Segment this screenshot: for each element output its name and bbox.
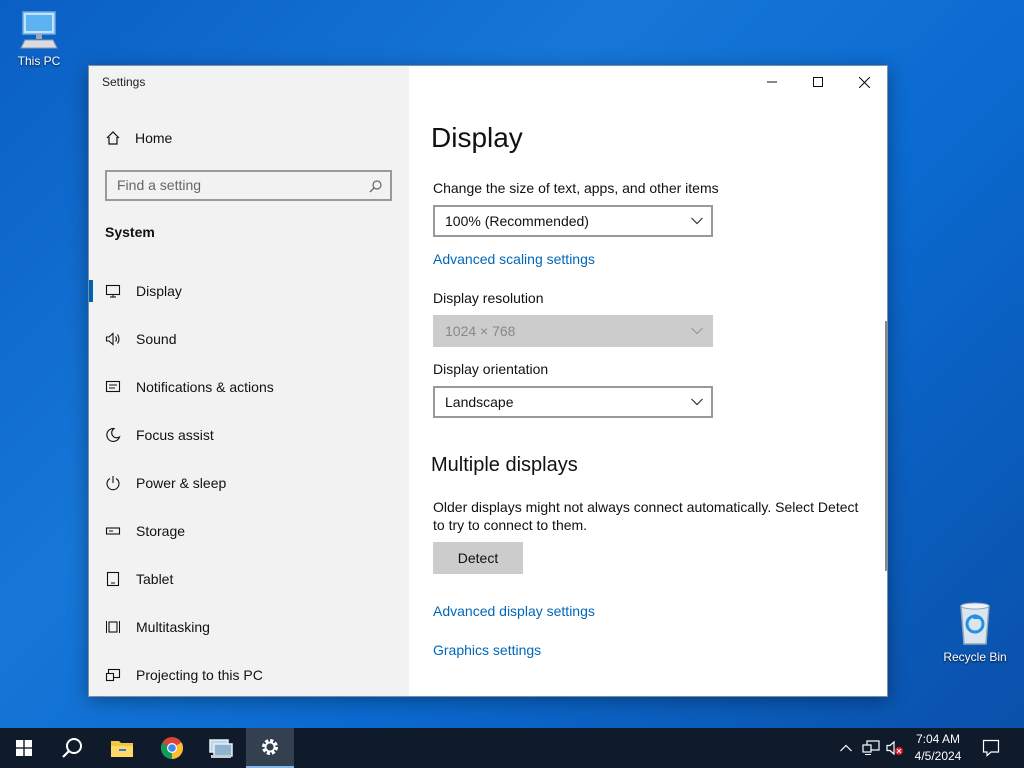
sidebar-item-multitasking[interactable]: Multitasking [89, 603, 409, 651]
taskbar: 7:04 AM 4/5/2024 [0, 728, 1024, 768]
chevron-down-icon [691, 217, 703, 225]
sidebar-item-label: Storage [136, 523, 186, 539]
maximize-icon [813, 77, 823, 87]
home-icon [106, 131, 120, 145]
sidebar-item-focus-assist[interactable]: Focus assist [89, 411, 409, 459]
search-placeholder: Find a setting [117, 177, 202, 193]
start-button[interactable] [0, 728, 48, 768]
scale-value: 100% (Recommended) [445, 213, 589, 229]
section-heading: System [105, 224, 155, 240]
notification-icon [105, 380, 120, 393]
multitasking-icon [105, 621, 120, 633]
power-icon [105, 476, 120, 491]
home-link[interactable]: Home [105, 130, 172, 146]
close-icon [858, 76, 870, 88]
search-icon [62, 738, 82, 758]
taskbar-chrome[interactable] [148, 728, 196, 768]
chevron-up-icon [840, 744, 852, 752]
this-pc-desktop-icon[interactable]: This PC [1, 8, 77, 68]
sidebar-item-label: Power & sleep [136, 475, 227, 491]
moon-icon [105, 427, 121, 443]
network-status-button[interactable] [860, 728, 882, 768]
recycle-bin-label: Recycle Bin [943, 650, 1007, 664]
multiple-displays-heading: Multiple displays [431, 454, 578, 476]
close-button[interactable] [841, 66, 887, 98]
tablet-icon [106, 571, 119, 587]
sidebar-item-label: Notifications & actions [136, 379, 274, 395]
sidebar-item-tablet[interactable]: Tablet [89, 555, 409, 603]
chrome-icon [161, 737, 183, 759]
computer-icon [20, 11, 58, 49]
resolution-value: 1024 × 768 [445, 323, 516, 339]
start-icon [16, 740, 32, 756]
clock[interactable]: 7:04 AM 4/5/2024 [900, 731, 976, 765]
main-content: Display Change the size of text, apps, a… [409, 66, 887, 696]
taskbar-settings[interactable] [246, 728, 294, 768]
speaker-icon [105, 332, 120, 346]
orientation-dropdown[interactable]: Landscape [433, 386, 713, 418]
sidebar-item-label: Focus assist [136, 427, 214, 443]
minimize-icon [767, 81, 777, 83]
recycle-bin-icon [960, 602, 990, 645]
taskbar-network-app[interactable] [197, 728, 245, 768]
file-explorer-icon [111, 741, 133, 757]
chevron-down-icon [691, 398, 703, 406]
minimize-button[interactable] [749, 66, 795, 98]
sidebar-item-label: Sound [136, 331, 177, 347]
settings-icon [262, 739, 278, 755]
sidebar-item-storage[interactable]: Storage [89, 507, 409, 555]
sidebar-item-label: Tablet [136, 571, 174, 587]
sidebar-item-label: Projecting to this PC [136, 667, 263, 683]
page-title: Display [431, 122, 523, 153]
resolution-label: Display resolution [433, 290, 544, 306]
this-pc-label: This PC [17, 54, 61, 68]
sidebar-item-projecting[interactable]: Projecting to this PC [89, 651, 409, 696]
graphics-settings-link[interactable]: Graphics settings [433, 642, 541, 658]
recycle-bin-desktop-icon[interactable]: Recycle Bin [937, 600, 1013, 664]
scale-dropdown[interactable]: 100% (Recommended) [433, 205, 713, 237]
sidebar: Settings Home Find a setting System Disp… [89, 66, 409, 696]
taskbar-file-explorer[interactable] [98, 728, 146, 768]
search-icon [369, 180, 382, 193]
projector-icon [105, 668, 120, 682]
multiple-displays-description: Older displays might not always connect … [433, 499, 859, 533]
sidebar-item-label: Multitasking [136, 619, 210, 635]
clock-time: 7:04 AM [915, 732, 961, 746]
settings-window: Settings Home Find a setting System Disp… [88, 65, 888, 697]
advanced-scaling-link[interactable]: Advanced scaling settings [433, 251, 595, 267]
advanced-display-link[interactable]: Advanced display settings [433, 603, 595, 619]
sidebar-item-power[interactable]: Power & sleep [89, 459, 409, 507]
sidebar-item-sound[interactable]: Sound [89, 315, 409, 363]
sidebar-item-display[interactable]: Display [89, 267, 409, 315]
sidebar-item-notifications[interactable]: Notifications & actions [89, 363, 409, 411]
action-center-icon [982, 739, 1000, 757]
taskbar-search-button[interactable] [48, 728, 96, 768]
sidebar-item-label: Display [136, 283, 182, 299]
scale-label: Change the size of text, apps, and other… [433, 180, 719, 196]
action-center-button[interactable] [978, 728, 1004, 768]
resolution-dropdown[interactable]: 1024 × 768 [433, 315, 713, 347]
maximize-button[interactable] [795, 66, 841, 98]
chevron-down-icon [691, 327, 703, 335]
scrollbar[interactable] [885, 321, 887, 571]
monitor-icon [105, 284, 120, 298]
window-title: Settings [102, 75, 146, 89]
orientation-value: Landscape [445, 394, 514, 410]
storage-icon [105, 527, 120, 535]
clock-date: 4/5/2024 [914, 749, 962, 763]
network-app-icon [209, 739, 233, 758]
network-icon [862, 740, 880, 755]
search-input[interactable]: Find a setting [105, 170, 392, 201]
orientation-label: Display orientation [433, 361, 549, 377]
detect-button[interactable]: Detect [433, 542, 523, 574]
home-label: Home [135, 130, 173, 146]
show-hidden-icons-button[interactable] [836, 728, 856, 768]
